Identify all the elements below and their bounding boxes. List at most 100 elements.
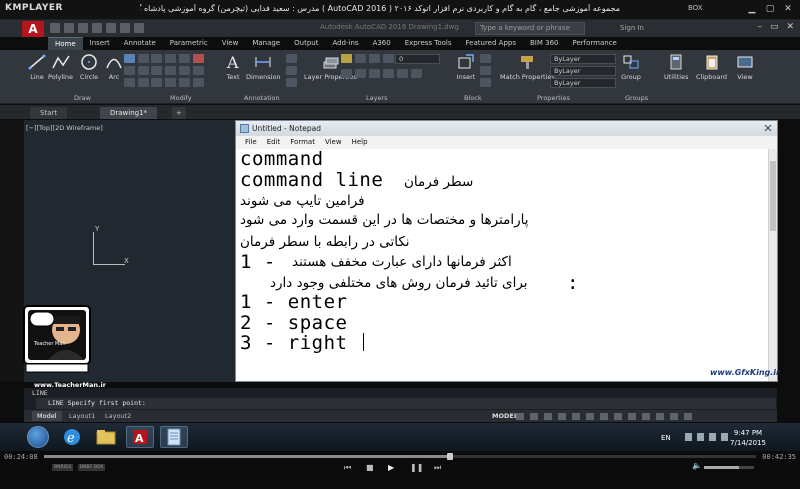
minimize-icon[interactable]: – bbox=[757, 22, 762, 32]
create-block-icon[interactable] bbox=[480, 54, 491, 63]
scrollbar-thumb[interactable] bbox=[770, 161, 776, 231]
ribbon-tab-featured-apps[interactable]: Featured Apps bbox=[459, 37, 523, 50]
layer-lock-icon[interactable] bbox=[411, 69, 422, 78]
insert-tool[interactable]: Insert bbox=[455, 52, 477, 81]
grid-icon[interactable] bbox=[516, 413, 524, 420]
ellipse-icon[interactable] bbox=[124, 78, 135, 87]
ribbon-tab-view[interactable]: View bbox=[215, 37, 246, 50]
panel-label-layers[interactable]: Layers bbox=[366, 94, 388, 102]
layout-tab-layout2[interactable]: Layout2 bbox=[100, 411, 136, 421]
notepad-menu-view[interactable]: View bbox=[320, 136, 347, 149]
mirror-icon[interactable] bbox=[165, 66, 176, 75]
viewport-controls[interactable]: [−][Top][2D Wireframe] bbox=[26, 124, 103, 132]
layout-tab-layout1[interactable]: Layout1 bbox=[64, 411, 100, 421]
ie-icon[interactable]: e bbox=[58, 426, 86, 448]
new-icon[interactable] bbox=[50, 23, 60, 33]
ribbon-tab-a360[interactable]: A360 bbox=[366, 37, 398, 50]
autocad-app-button[interactable]: A bbox=[22, 21, 44, 37]
edit-block-icon[interactable] bbox=[480, 66, 491, 75]
notepad-taskbar-icon[interactable] bbox=[160, 426, 188, 448]
ribbon-tab-manage[interactable]: Manage bbox=[245, 37, 287, 50]
panel-label-annotation[interactable]: Annotation bbox=[244, 94, 280, 102]
plot-icon[interactable] bbox=[106, 23, 116, 33]
ribbon-tab-parametric[interactable]: Parametric bbox=[163, 37, 215, 50]
erase-icon[interactable] bbox=[193, 54, 204, 63]
layout-tab-model[interactable]: Model bbox=[32, 411, 62, 421]
seek-bar[interactable] bbox=[44, 453, 756, 460]
clock[interactable]: 9:47 PM 7/14/2015 bbox=[730, 428, 766, 448]
volume-slider[interactable] bbox=[704, 466, 754, 469]
utilities-tool[interactable]: Utilities bbox=[664, 52, 688, 81]
arc-tool[interactable]: Arc bbox=[103, 52, 125, 81]
bulb-icon[interactable] bbox=[341, 54, 352, 63]
panel-label-block[interactable]: Block bbox=[464, 94, 482, 102]
start-button[interactable] bbox=[27, 426, 49, 448]
ribbon-tab-express-tools[interactable]: Express Tools bbox=[398, 37, 459, 50]
minimize-icon[interactable]: ▁ bbox=[746, 3, 758, 15]
text-tool[interactable]: A Text bbox=[222, 52, 244, 81]
view-tool[interactable]: View bbox=[734, 52, 756, 81]
move-icon[interactable] bbox=[151, 54, 162, 63]
array-icon[interactable] bbox=[179, 78, 190, 87]
snap-icon[interactable] bbox=[530, 413, 538, 420]
ribbon-tab-insert[interactable]: Insert bbox=[83, 37, 117, 50]
notepad-menu-help[interactable]: Help bbox=[347, 136, 373, 149]
ortho-icon[interactable] bbox=[544, 413, 552, 420]
copy-icon[interactable] bbox=[151, 66, 162, 75]
network-icon[interactable] bbox=[709, 433, 716, 441]
open-icon[interactable] bbox=[64, 23, 74, 33]
close-icon[interactable]: ✕ bbox=[786, 22, 794, 32]
pause-icon[interactable]: ❚❚ bbox=[410, 463, 423, 472]
rotate-icon[interactable] bbox=[165, 54, 176, 63]
polyline-tool[interactable]: Polyline bbox=[48, 52, 73, 81]
lineweight-dropdown[interactable]: ByLayer bbox=[550, 66, 616, 76]
autocad-taskbar-icon[interactable]: A bbox=[126, 426, 154, 448]
customize-icon[interactable] bbox=[684, 413, 692, 420]
panel-label-modify[interactable]: Modify bbox=[170, 94, 192, 102]
new-tab-plus-icon[interactable]: + bbox=[172, 107, 186, 119]
player-badge-1[interactable]: BNRIOS bbox=[52, 464, 74, 471]
layer-off-icon[interactable] bbox=[369, 69, 380, 78]
dimension-tool[interactable]: Dimension bbox=[246, 52, 281, 81]
color-dropdown[interactable]: ByLayer bbox=[550, 54, 616, 64]
layer-dropdown[interactable]: 0 bbox=[395, 54, 440, 64]
command-input[interactable] bbox=[36, 398, 776, 409]
prev-icon[interactable]: ⏮ bbox=[344, 463, 351, 473]
clipboard-tool[interactable]: Clipboard bbox=[696, 52, 727, 81]
sign-in-link[interactable]: Sign In bbox=[620, 24, 644, 32]
maximize-icon[interactable]: ▢ bbox=[764, 3, 776, 15]
panel-label-draw[interactable]: Draw bbox=[74, 94, 91, 102]
restore-icon[interactable]: ▭ bbox=[770, 22, 779, 32]
otrack-icon[interactable] bbox=[586, 413, 594, 420]
hatch-icon[interactable] bbox=[138, 54, 149, 63]
attribute-icon[interactable] bbox=[480, 78, 491, 87]
table-icon[interactable] bbox=[286, 66, 297, 75]
ribbon-tab-add-ins[interactable]: Add-ins bbox=[325, 37, 365, 50]
osnap-icon[interactable] bbox=[572, 413, 580, 420]
close-icon[interactable]: ✕ bbox=[782, 3, 794, 15]
layer-freeze-icon[interactable] bbox=[397, 69, 408, 78]
undo-icon[interactable] bbox=[120, 23, 130, 33]
ribbon-tab-bim-360[interactable]: BIM 360 bbox=[523, 37, 566, 50]
file-tab-drawing1[interactable]: Drawing1* bbox=[100, 107, 158, 119]
match-properties-tool[interactable]: Match Properties bbox=[500, 52, 555, 81]
polar-icon[interactable] bbox=[558, 413, 566, 420]
redo-icon[interactable] bbox=[134, 23, 144, 33]
explorer-icon[interactable] bbox=[92, 426, 120, 448]
player-badge-2[interactable]: BNBC BOX bbox=[78, 464, 106, 471]
trim-icon[interactable] bbox=[179, 54, 190, 63]
spline-icon[interactable] bbox=[138, 78, 149, 87]
gradient-icon[interactable] bbox=[124, 66, 135, 75]
ribbon-tab-output[interactable]: Output bbox=[287, 37, 325, 50]
play-icon[interactable]: ▶ bbox=[388, 463, 394, 472]
volume-icon[interactable] bbox=[721, 433, 728, 441]
lock-icon[interactable] bbox=[369, 54, 380, 63]
leader-icon[interactable] bbox=[286, 54, 297, 63]
boundary-icon[interactable] bbox=[138, 66, 149, 75]
color-square-icon[interactable] bbox=[383, 54, 394, 63]
offset-icon[interactable] bbox=[193, 78, 204, 87]
close-icon[interactable] bbox=[760, 122, 776, 134]
rectangle-icon[interactable] bbox=[124, 54, 135, 63]
model-space-button[interactable]: MODEL bbox=[492, 412, 518, 420]
file-tab-start[interactable]: Start bbox=[30, 107, 68, 119]
